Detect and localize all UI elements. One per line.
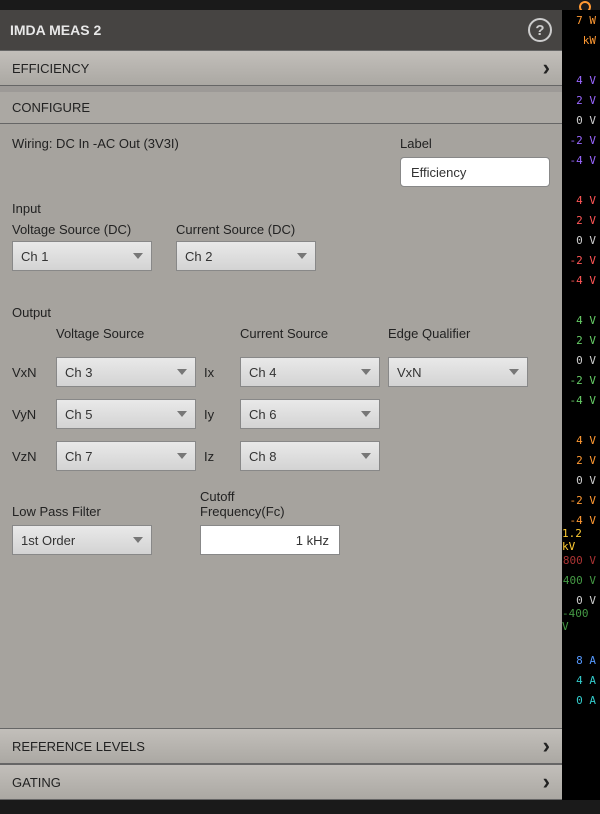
ix-label: Ix [204, 365, 232, 380]
titlebar: IMDA MEAS 2 ? [0, 10, 562, 50]
scale-tick: 0 V [562, 470, 600, 490]
measurement-panel: IMDA MEAS 2 ? EFFICIENCY › CONFIGURE Wir… [0, 10, 562, 800]
iz-dropdown[interactable]: Ch 8 [240, 441, 380, 471]
wiring-text: Wiring: DC In -AC Out (3V3I) [12, 136, 179, 151]
chevron-right-icon: › [543, 733, 550, 759]
iy-dropdown[interactable]: Ch 6 [240, 399, 380, 429]
vxn-dropdown[interactable]: Ch 3 [56, 357, 196, 387]
caret-down-icon [133, 537, 143, 543]
scale-tick: 7 W [562, 10, 600, 30]
scale-tick: 8 A [562, 650, 600, 670]
scale-tick: 400 V [562, 570, 600, 590]
input-csrc-dropdown[interactable]: Ch 2 [176, 241, 316, 271]
configure-body: Wiring: DC In -AC Out (3V3I) Label Effic… [0, 124, 562, 728]
scale-tick [562, 410, 600, 430]
scale-tick: 4 V [562, 430, 600, 450]
section-configure: CONFIGURE [0, 92, 562, 124]
scale-tick: -2 V [562, 370, 600, 390]
iz-label: Iz [204, 449, 232, 464]
scale-tick: -2 V [562, 130, 600, 150]
help-icon[interactable]: ? [528, 18, 552, 42]
vxn-label: VxN [12, 365, 48, 380]
scale-tick: 2 V [562, 90, 600, 110]
scale-tick: 2 V [562, 330, 600, 350]
output-group-label: Output [12, 305, 550, 320]
chevron-right-icon: › [543, 55, 550, 81]
scale-tick: 2 V [562, 450, 600, 470]
chevron-right-icon: › [543, 769, 550, 795]
section-efficiency-label: EFFICIENCY [12, 61, 89, 76]
caret-down-icon [509, 369, 519, 375]
section-gating[interactable]: GATING › [0, 764, 562, 800]
vyn-label: VyN [12, 407, 48, 422]
input-vsrc-label: Voltage Source (DC) [12, 222, 152, 237]
scale-tick: kW [562, 30, 600, 50]
edge-qualifier-dropdown[interactable]: VxN [388, 357, 528, 387]
scale-tick: 2 V [562, 210, 600, 230]
scale-tick: 800 V [562, 550, 600, 570]
vzn-label: VzN [12, 449, 48, 464]
section-reference-levels[interactable]: REFERENCE LEVELS › [0, 728, 562, 764]
caret-down-icon [177, 411, 187, 417]
caret-down-icon [133, 253, 143, 259]
scale-tick [562, 710, 600, 730]
scale-tick: 4 V [562, 190, 600, 210]
caret-down-icon [361, 453, 371, 459]
caret-down-icon [297, 253, 307, 259]
side-scale: 7 WkW4 V2 V0 V-2 V-4 V4 V2 V0 V-2 V-4 V4… [562, 10, 600, 800]
input-csrc-label: Current Source (DC) [176, 222, 316, 237]
fc-input[interactable]: 1 kHz [200, 525, 340, 555]
fc-label: Cutoff Frequency(Fc) [200, 489, 310, 519]
caret-down-icon [361, 369, 371, 375]
scale-tick: -4 V [562, 270, 600, 290]
scale-tick: 0 V [562, 350, 600, 370]
input-group-label: Input [12, 201, 550, 216]
vyn-dropdown[interactable]: Ch 5 [56, 399, 196, 429]
caret-down-icon [177, 453, 187, 459]
scale-tick: -2 V [562, 490, 600, 510]
ix-dropdown[interactable]: Ch 4 [240, 357, 380, 387]
caret-down-icon [177, 369, 187, 375]
scale-tick: -2 V [562, 250, 600, 270]
scale-tick: -400 V [562, 610, 600, 630]
panel-title: IMDA MEAS 2 [10, 22, 101, 38]
scale-tick: 4 A [562, 670, 600, 690]
input-vsrc-dropdown[interactable]: Ch 1 [12, 241, 152, 271]
scale-tick: -4 V [562, 150, 600, 170]
scale-tick: 4 V [562, 310, 600, 330]
lpf-dropdown[interactable]: 1st Order [12, 525, 152, 555]
output-edge-label: Edge Qualifier [388, 326, 550, 341]
lpf-label: Low Pass Filter [12, 504, 152, 519]
scale-tick: 4 V [562, 70, 600, 90]
section-efficiency[interactable]: EFFICIENCY › [0, 50, 562, 86]
iy-label: Iy [204, 407, 232, 422]
section-configure-label: CONFIGURE [12, 100, 90, 115]
section-gating-label: GATING [12, 775, 61, 790]
scale-tick: 0 V [562, 230, 600, 250]
output-csrc-label: Current Source [240, 326, 380, 341]
label-input[interactable]: Efficiency [400, 157, 550, 187]
scale-tick [562, 630, 600, 650]
scale-tick [562, 290, 600, 310]
caret-down-icon [361, 411, 371, 417]
scale-tick: 1.2 kV [562, 530, 600, 550]
scale-tick: 0 V [562, 110, 600, 130]
scale-tick [562, 50, 600, 70]
scale-tick: 0 A [562, 690, 600, 710]
scale-tick: -4 V [562, 390, 600, 410]
section-reference-label: REFERENCE LEVELS [12, 739, 145, 754]
output-vsrc-label: Voltage Source [56, 326, 196, 341]
vzn-dropdown[interactable]: Ch 7 [56, 441, 196, 471]
label-caption: Label [400, 136, 550, 151]
scale-tick [562, 170, 600, 190]
